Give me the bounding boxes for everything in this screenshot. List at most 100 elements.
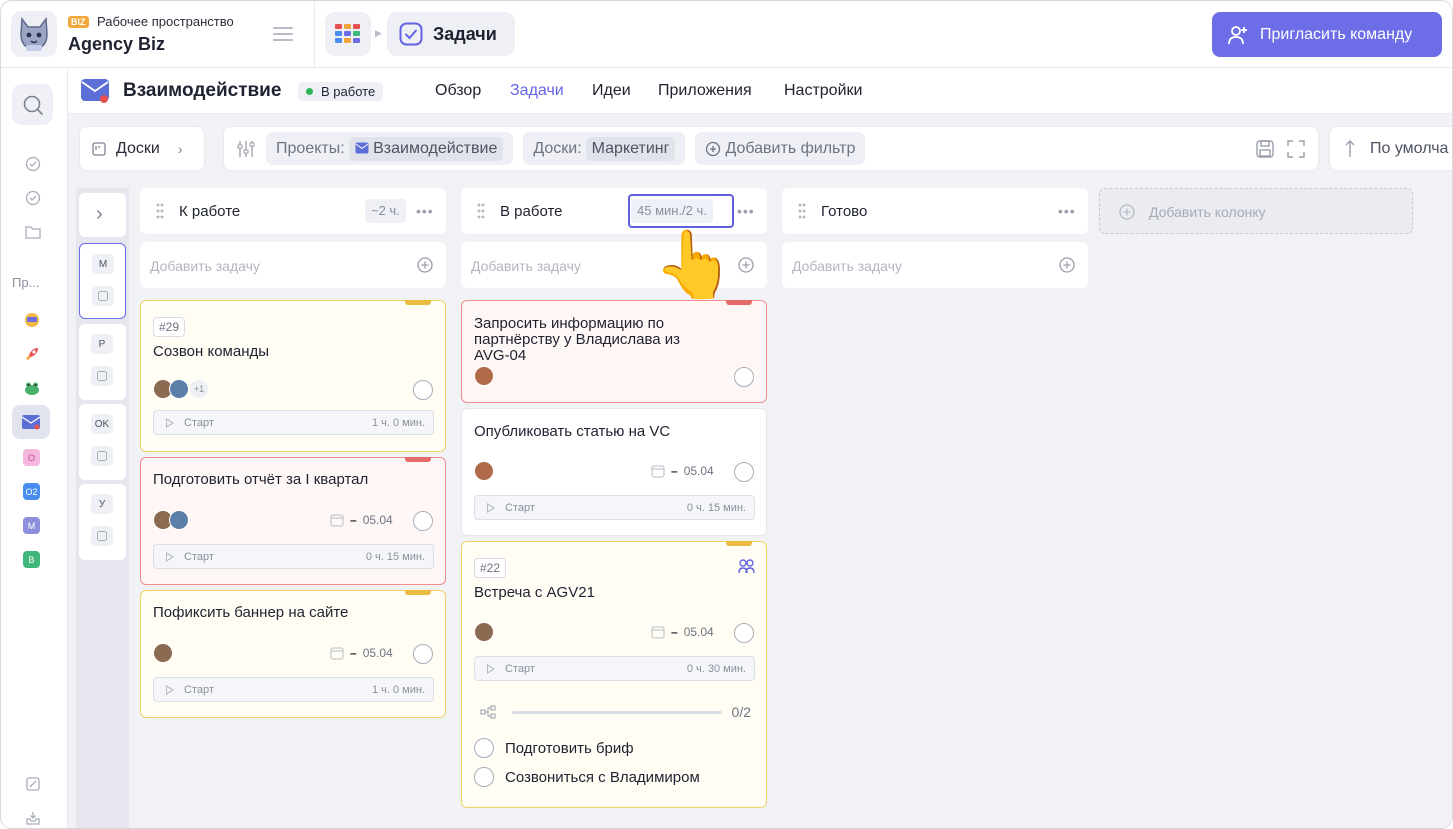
start-timer-button[interactable]: Старт 0 ч. 30 мин. bbox=[474, 656, 755, 681]
complete-checkbox[interactable] bbox=[734, 462, 754, 482]
drag-handle-icon[interactable] bbox=[156, 203, 164, 219]
start-timer-button[interactable]: Старт 0 ч. 15 мин. bbox=[153, 544, 434, 569]
project-avatar-icon[interactable] bbox=[21, 309, 43, 331]
plus-circle-icon[interactable] bbox=[1058, 256, 1076, 274]
date-dash: – bbox=[671, 625, 678, 639]
more-icon[interactable]: ••• bbox=[737, 203, 755, 219]
project-letter-icon[interactable]: O2 bbox=[23, 483, 40, 500]
time-spent: 0 ч. 15 мин. bbox=[365, 551, 425, 563]
tab-overview[interactable]: Обзор bbox=[435, 82, 481, 100]
task-card[interactable]: Подготовить отчёт за I квартал – 05.04 С… bbox=[140, 457, 446, 585]
subtask-checkbox[interactable] bbox=[474, 738, 494, 758]
calendar-icon bbox=[651, 465, 665, 478]
envelope-project-icon[interactable] bbox=[12, 405, 50, 439]
due-date[interactable]: – 05.04 bbox=[330, 513, 393, 527]
add-column-button[interactable]: Добавить колонку bbox=[1099, 188, 1413, 234]
add-filter-button[interactable]: Добавить фильтр bbox=[695, 132, 866, 165]
complete-checkbox[interactable] bbox=[413, 380, 433, 400]
rocket-icon[interactable] bbox=[21, 343, 43, 365]
subtask-item[interactable]: Созвониться с Владимиром bbox=[474, 767, 700, 787]
complete-checkbox[interactable] bbox=[413, 644, 433, 664]
task-title: Созвон команды bbox=[153, 343, 270, 360]
complete-checkbox[interactable] bbox=[413, 511, 433, 531]
plus-circle-icon bbox=[1119, 204, 1135, 220]
frog-icon[interactable] bbox=[21, 377, 43, 399]
workspace-logo[interactable] bbox=[11, 11, 57, 57]
sort-dropdown[interactable]: По умолча bbox=[1329, 126, 1452, 171]
subtask-item[interactable]: Подготовить бриф bbox=[474, 738, 634, 758]
project-letter-icon[interactable]: O bbox=[23, 449, 40, 466]
boards-toggle-button[interactable]: Доски › bbox=[79, 126, 205, 171]
inbox-icon[interactable] bbox=[24, 809, 42, 827]
projects-section-label: Пр... bbox=[12, 275, 40, 290]
project-title: Взаимодействие bbox=[123, 80, 282, 101]
more-icon[interactable]: ••• bbox=[1058, 203, 1076, 219]
task-title: Встреча с AGV21 bbox=[474, 584, 595, 601]
project-letter-icon[interactable]: M bbox=[23, 517, 40, 534]
board-item-u[interactable]: У bbox=[79, 484, 126, 560]
expand-icon[interactable] bbox=[1286, 139, 1306, 159]
plus-circle-icon[interactable] bbox=[416, 256, 434, 274]
apps-grid-icon bbox=[335, 24, 360, 43]
due-date[interactable]: – 05.04 bbox=[651, 625, 714, 639]
task-card[interactable]: Пофиксить баннер на сайте – 05.04 Старт … bbox=[140, 590, 446, 718]
task-card[interactable]: Запросить информацию по партнёрству у Вл… bbox=[461, 300, 767, 403]
task-card[interactable]: Опубликовать статью на VC – 05.04 Старт … bbox=[461, 408, 767, 536]
start-timer-button[interactable]: Старт 0 ч. 15 мин. bbox=[474, 495, 755, 520]
board-icon bbox=[92, 141, 106, 156]
breadcrumb-tasks[interactable]: Задачи bbox=[387, 12, 515, 56]
folder-icon[interactable] bbox=[24, 223, 42, 241]
notes-icon[interactable] bbox=[24, 775, 42, 793]
status-badge[interactable]: В работе bbox=[298, 82, 384, 101]
tab-ideas[interactable]: Идеи bbox=[592, 82, 631, 100]
drag-handle-icon[interactable] bbox=[477, 203, 485, 219]
boards-filter[interactable]: Доски: Маркетинг bbox=[523, 132, 686, 165]
add-task-placeholder: Добавить задачу bbox=[471, 258, 581, 274]
project-letter-icon[interactable]: B bbox=[23, 551, 40, 568]
workspace-name[interactable]: Agency Biz bbox=[68, 34, 165, 55]
subtask-label: Подготовить бриф bbox=[505, 739, 634, 757]
column-title: К работе bbox=[179, 203, 241, 220]
drag-handle-icon[interactable] bbox=[798, 203, 806, 219]
filter-sliders-icon[interactable] bbox=[236, 140, 256, 158]
projects-filter[interactable]: Проекты: Взаимодействие bbox=[266, 132, 514, 165]
board-item-m[interactable]: M bbox=[79, 243, 126, 319]
column-header-todo[interactable]: К работе ~2 ч. ••• bbox=[140, 188, 446, 234]
subtask-checkbox[interactable] bbox=[474, 767, 494, 787]
save-icon[interactable] bbox=[1255, 139, 1275, 159]
date-value: 05.04 bbox=[362, 513, 393, 527]
due-date[interactable]: – 05.04 bbox=[330, 646, 393, 660]
start-timer-button[interactable]: Старт 1 ч. 0 мин. bbox=[153, 677, 434, 702]
expand-panel-button[interactable]: › bbox=[79, 193, 126, 237]
estimate-highlight bbox=[628, 194, 734, 228]
column-estimate[interactable]: ~2 ч. bbox=[365, 199, 406, 223]
avatar bbox=[474, 622, 494, 642]
search-button[interactable] bbox=[12, 84, 53, 125]
more-icon[interactable]: ••• bbox=[416, 203, 434, 219]
task-card[interactable]: #22 Встреча с AGV21 – 05.04 Старт 0 ч. 3… bbox=[461, 541, 767, 808]
start-timer-button[interactable]: Старт 1 ч. 0 мин. bbox=[153, 410, 434, 435]
tab-tasks[interactable]: Задачи bbox=[510, 82, 564, 100]
time-spent: 1 ч. 0 мин. bbox=[371, 417, 425, 429]
menu-icon[interactable] bbox=[273, 27, 293, 41]
board-item-p[interactable]: P bbox=[79, 324, 126, 400]
date-value: 05.04 bbox=[362, 646, 393, 660]
add-task-input[interactable]: Добавить задачу bbox=[782, 242, 1088, 288]
my-tasks-icon[interactable] bbox=[24, 155, 42, 173]
due-date[interactable]: – 05.04 bbox=[651, 464, 714, 478]
top-bar: BIZ Рабочее пространство Agency Biz ▶ За… bbox=[1, 1, 1452, 68]
tab-settings[interactable]: Настройки bbox=[784, 82, 862, 100]
done-tasks-icon[interactable] bbox=[24, 189, 42, 207]
column-header-done[interactable]: Готово ••• bbox=[782, 188, 1088, 234]
complete-checkbox[interactable] bbox=[734, 367, 754, 387]
plus-circle-icon[interactable] bbox=[737, 256, 755, 274]
invite-team-button[interactable]: Пригласить команду bbox=[1212, 12, 1442, 57]
add-task-input[interactable]: Добавить задачу bbox=[140, 242, 446, 288]
start-label: Старт bbox=[184, 417, 214, 429]
board-item-ok[interactable]: OK bbox=[79, 404, 126, 480]
apps-grid-button[interactable] bbox=[325, 12, 371, 56]
tab-apps[interactable]: Приложения bbox=[658, 82, 752, 100]
start-label: Старт bbox=[505, 663, 535, 675]
task-card[interactable]: #29 Созвон команды +1 Старт 1 ч. 0 мин. bbox=[140, 300, 446, 452]
complete-checkbox[interactable] bbox=[734, 623, 754, 643]
